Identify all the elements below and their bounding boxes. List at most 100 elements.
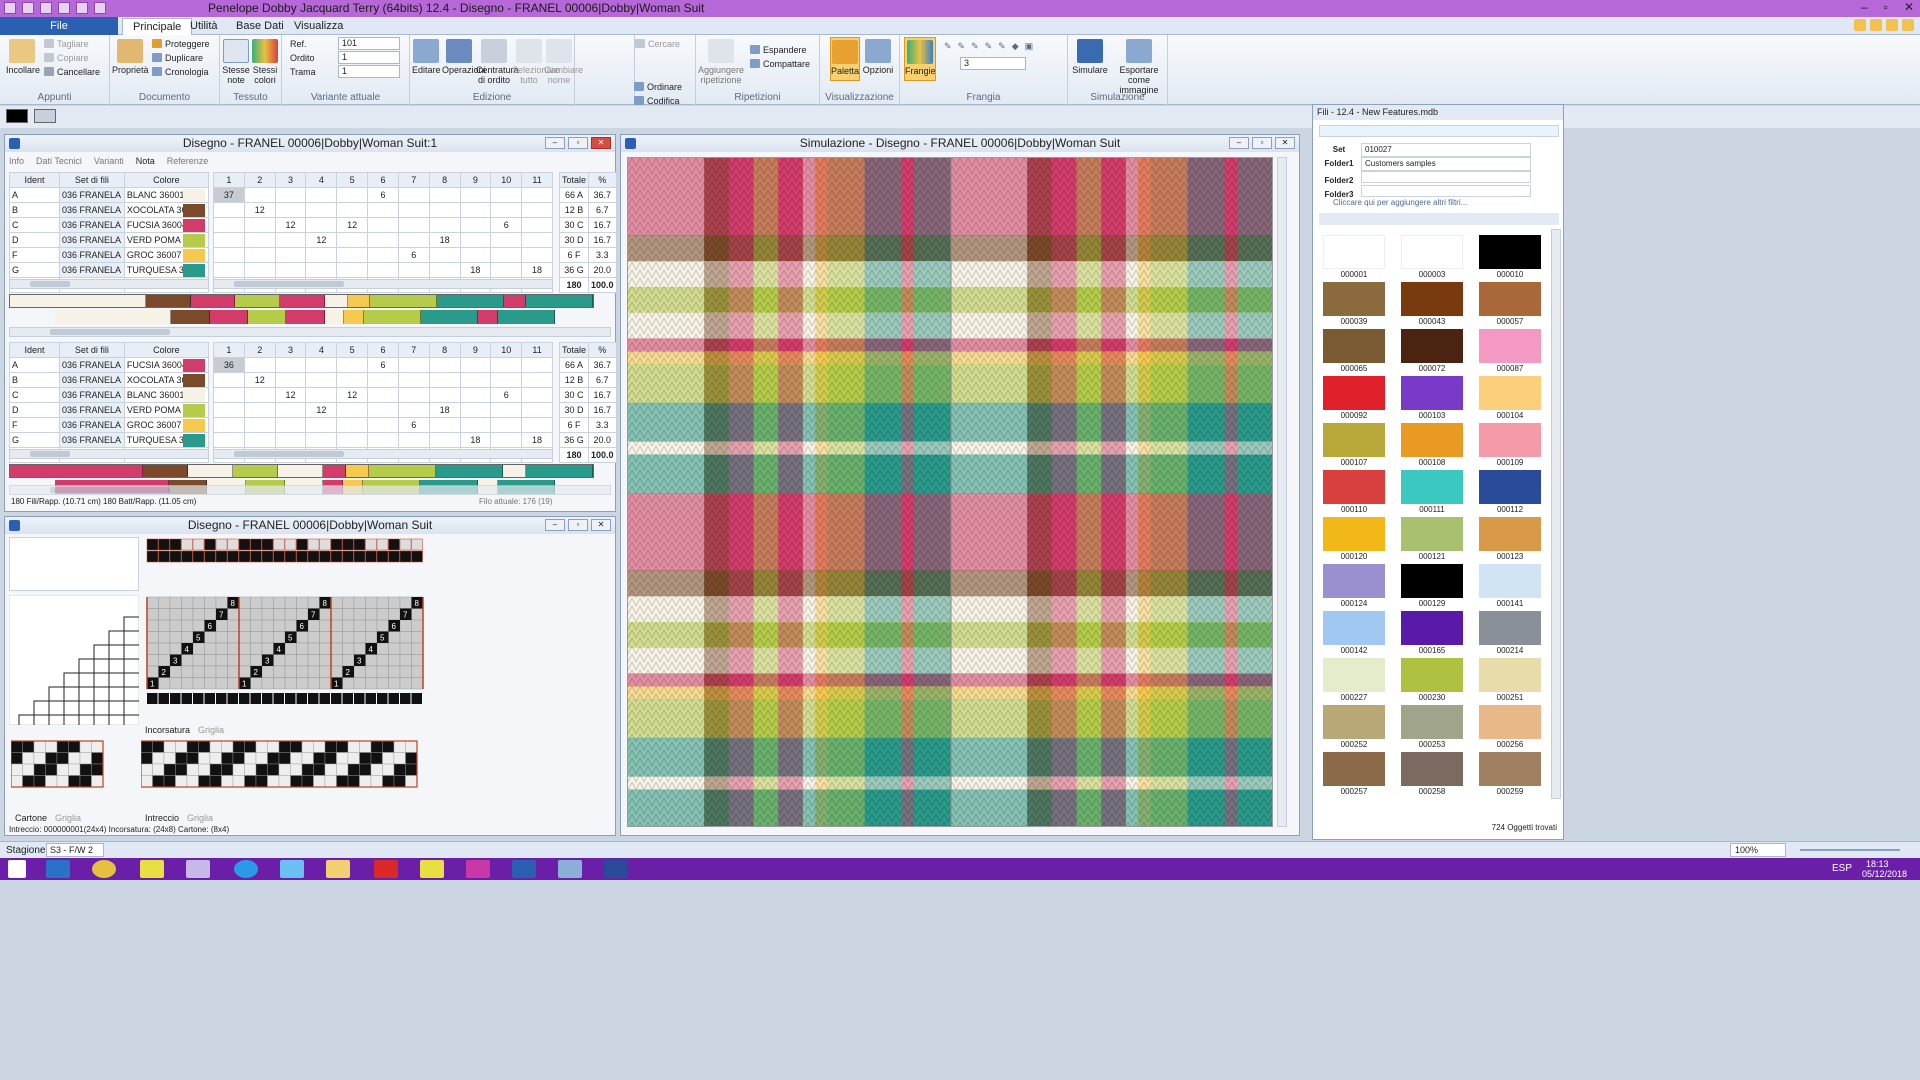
weave-cell[interactable] xyxy=(175,763,188,776)
draft-cell[interactable] xyxy=(250,596,263,609)
draft-cell[interactable] xyxy=(307,596,320,609)
draft-cell[interactable] xyxy=(146,654,159,667)
column-header[interactable]: 6 xyxy=(367,342,399,358)
filter-folder3[interactable]: Folder3 xyxy=(1317,185,1531,199)
draft-cell[interactable] xyxy=(296,608,309,621)
table-row[interactable]: F 036 FRANELA GROC 36007 xyxy=(9,247,210,263)
weave-cell[interactable] xyxy=(91,775,104,788)
duplicate-button[interactable]: Duplicare xyxy=(152,53,203,63)
fringe-spin[interactable]: 3 xyxy=(960,57,1026,70)
weave-cell[interactable] xyxy=(244,752,257,765)
tab-griglia[interactable]: Griglia xyxy=(55,813,81,823)
column-header[interactable]: 1 xyxy=(213,172,245,188)
draft-cell[interactable] xyxy=(319,665,332,678)
weave-cell[interactable] xyxy=(267,752,280,765)
draft-cell[interactable] xyxy=(146,608,159,621)
penelope-icon[interactable] xyxy=(604,860,628,878)
weave-cell[interactable] xyxy=(45,775,58,788)
sequence-cell[interactable]: 6 xyxy=(490,217,523,233)
draft-cell[interactable] xyxy=(181,608,194,621)
sequence-cell[interactable] xyxy=(274,202,307,218)
draft-cell[interactable] xyxy=(238,654,251,667)
weave-cell[interactable] xyxy=(290,740,303,753)
draft-cell[interactable] xyxy=(296,642,309,655)
sequence-cell[interactable] xyxy=(274,232,307,248)
lift-cell[interactable] xyxy=(353,538,366,551)
lift-cell[interactable] xyxy=(319,538,331,551)
sequence-cell[interactable] xyxy=(367,387,399,403)
sequence-cell[interactable]: 12 xyxy=(274,217,307,233)
yarn-swatch[interactable] xyxy=(1479,564,1541,598)
lift-cell[interactable] xyxy=(376,538,389,551)
weave-cell[interactable] xyxy=(278,775,291,788)
lift-cell[interactable] xyxy=(158,550,170,563)
weave-cell[interactable] xyxy=(255,752,268,765)
yarn-swatch[interactable] xyxy=(1323,752,1385,786)
weave-cell[interactable] xyxy=(336,752,349,765)
draft-cell[interactable] xyxy=(169,619,182,632)
column-header[interactable]: 9 xyxy=(459,172,492,188)
weft-sequence-table[interactable]: 1 2 3 4 5 6 7 8 9 10 11 36 6 12 12 12 6 12 18 6 18 18 xyxy=(213,342,553,463)
color-cell[interactable]: VERD POMA 360» xyxy=(123,232,210,248)
lift-cell[interactable] xyxy=(307,550,320,563)
table-row[interactable]: 36 6 xyxy=(213,357,553,373)
yarn-swatch[interactable] xyxy=(1479,282,1541,316)
filter-folder1[interactable]: Folder1 Customers samples xyxy=(1317,157,1531,171)
skype-icon[interactable] xyxy=(234,860,258,878)
yarn-swatch[interactable] xyxy=(1401,329,1463,363)
app-icon[interactable] xyxy=(558,860,582,878)
weave-cell[interactable] xyxy=(22,740,35,753)
weave-cell[interactable] xyxy=(79,752,92,765)
clock-time[interactable]: 18:13 xyxy=(1866,859,1889,869)
lift-cell[interactable] xyxy=(215,538,228,551)
tab-file[interactable]: File xyxy=(0,17,118,35)
sequence-cell[interactable] xyxy=(428,202,461,218)
weave-cell[interactable] xyxy=(232,752,245,765)
sequence-cell[interactable] xyxy=(213,262,245,278)
start-icon[interactable] xyxy=(8,860,26,878)
table-row[interactable]: 18 18 xyxy=(213,262,553,278)
draft-cell[interactable] xyxy=(330,608,343,621)
column-header[interactable]: 5 xyxy=(336,342,369,358)
weave-cell[interactable] xyxy=(370,775,383,788)
draft-cell[interactable] xyxy=(215,596,228,609)
weave-cell[interactable] xyxy=(336,763,349,776)
sequence-cell[interactable] xyxy=(459,187,492,203)
weave-cell[interactable] xyxy=(255,763,268,776)
lift-cell[interactable] xyxy=(376,550,389,563)
sequence-cell[interactable] xyxy=(490,232,523,248)
intreccio-grid[interactable] xyxy=(141,739,427,789)
sequence-cell[interactable] xyxy=(490,402,523,418)
weave-cell[interactable] xyxy=(221,740,234,753)
lift-cell[interactable] xyxy=(388,550,400,563)
draft-cell[interactable] xyxy=(342,631,355,644)
copy-button[interactable]: Copiare xyxy=(44,53,89,63)
sequence-cell[interactable] xyxy=(336,262,369,278)
draft-cell[interactable] xyxy=(192,596,205,609)
tab-info[interactable]: Info xyxy=(9,156,24,170)
sequence-cell[interactable] xyxy=(243,187,276,203)
sequence-cell[interactable] xyxy=(521,357,553,373)
yarn-search-input[interactable] xyxy=(1319,125,1559,137)
draft-cell[interactable] xyxy=(158,642,171,655)
weave-cell[interactable] xyxy=(79,740,92,753)
quick-access-toolbar[interactable] xyxy=(4,2,106,14)
weave-cell[interactable] xyxy=(232,740,245,753)
sequence-cell[interactable] xyxy=(367,417,399,433)
draft-cell[interactable] xyxy=(388,665,401,678)
sequence-cell[interactable] xyxy=(521,402,553,418)
yarn-swatch[interactable] xyxy=(1479,705,1541,739)
folder-icon[interactable] xyxy=(326,860,350,878)
weave-cell[interactable] xyxy=(278,752,291,765)
draft-cell[interactable] xyxy=(227,654,240,667)
draft-cell[interactable] xyxy=(227,619,240,632)
sequence-cell[interactable] xyxy=(274,372,307,388)
draft-cell[interactable] xyxy=(284,654,297,667)
sequence-cell[interactable] xyxy=(428,187,461,203)
weave-cell[interactable] xyxy=(221,752,234,765)
draft-cell[interactable] xyxy=(411,608,424,621)
weave-cell[interactable] xyxy=(198,763,211,776)
draft-cell[interactable] xyxy=(399,631,412,644)
draft-cell[interactable] xyxy=(192,619,205,632)
sequence-cell[interactable]: 6 xyxy=(490,387,523,403)
